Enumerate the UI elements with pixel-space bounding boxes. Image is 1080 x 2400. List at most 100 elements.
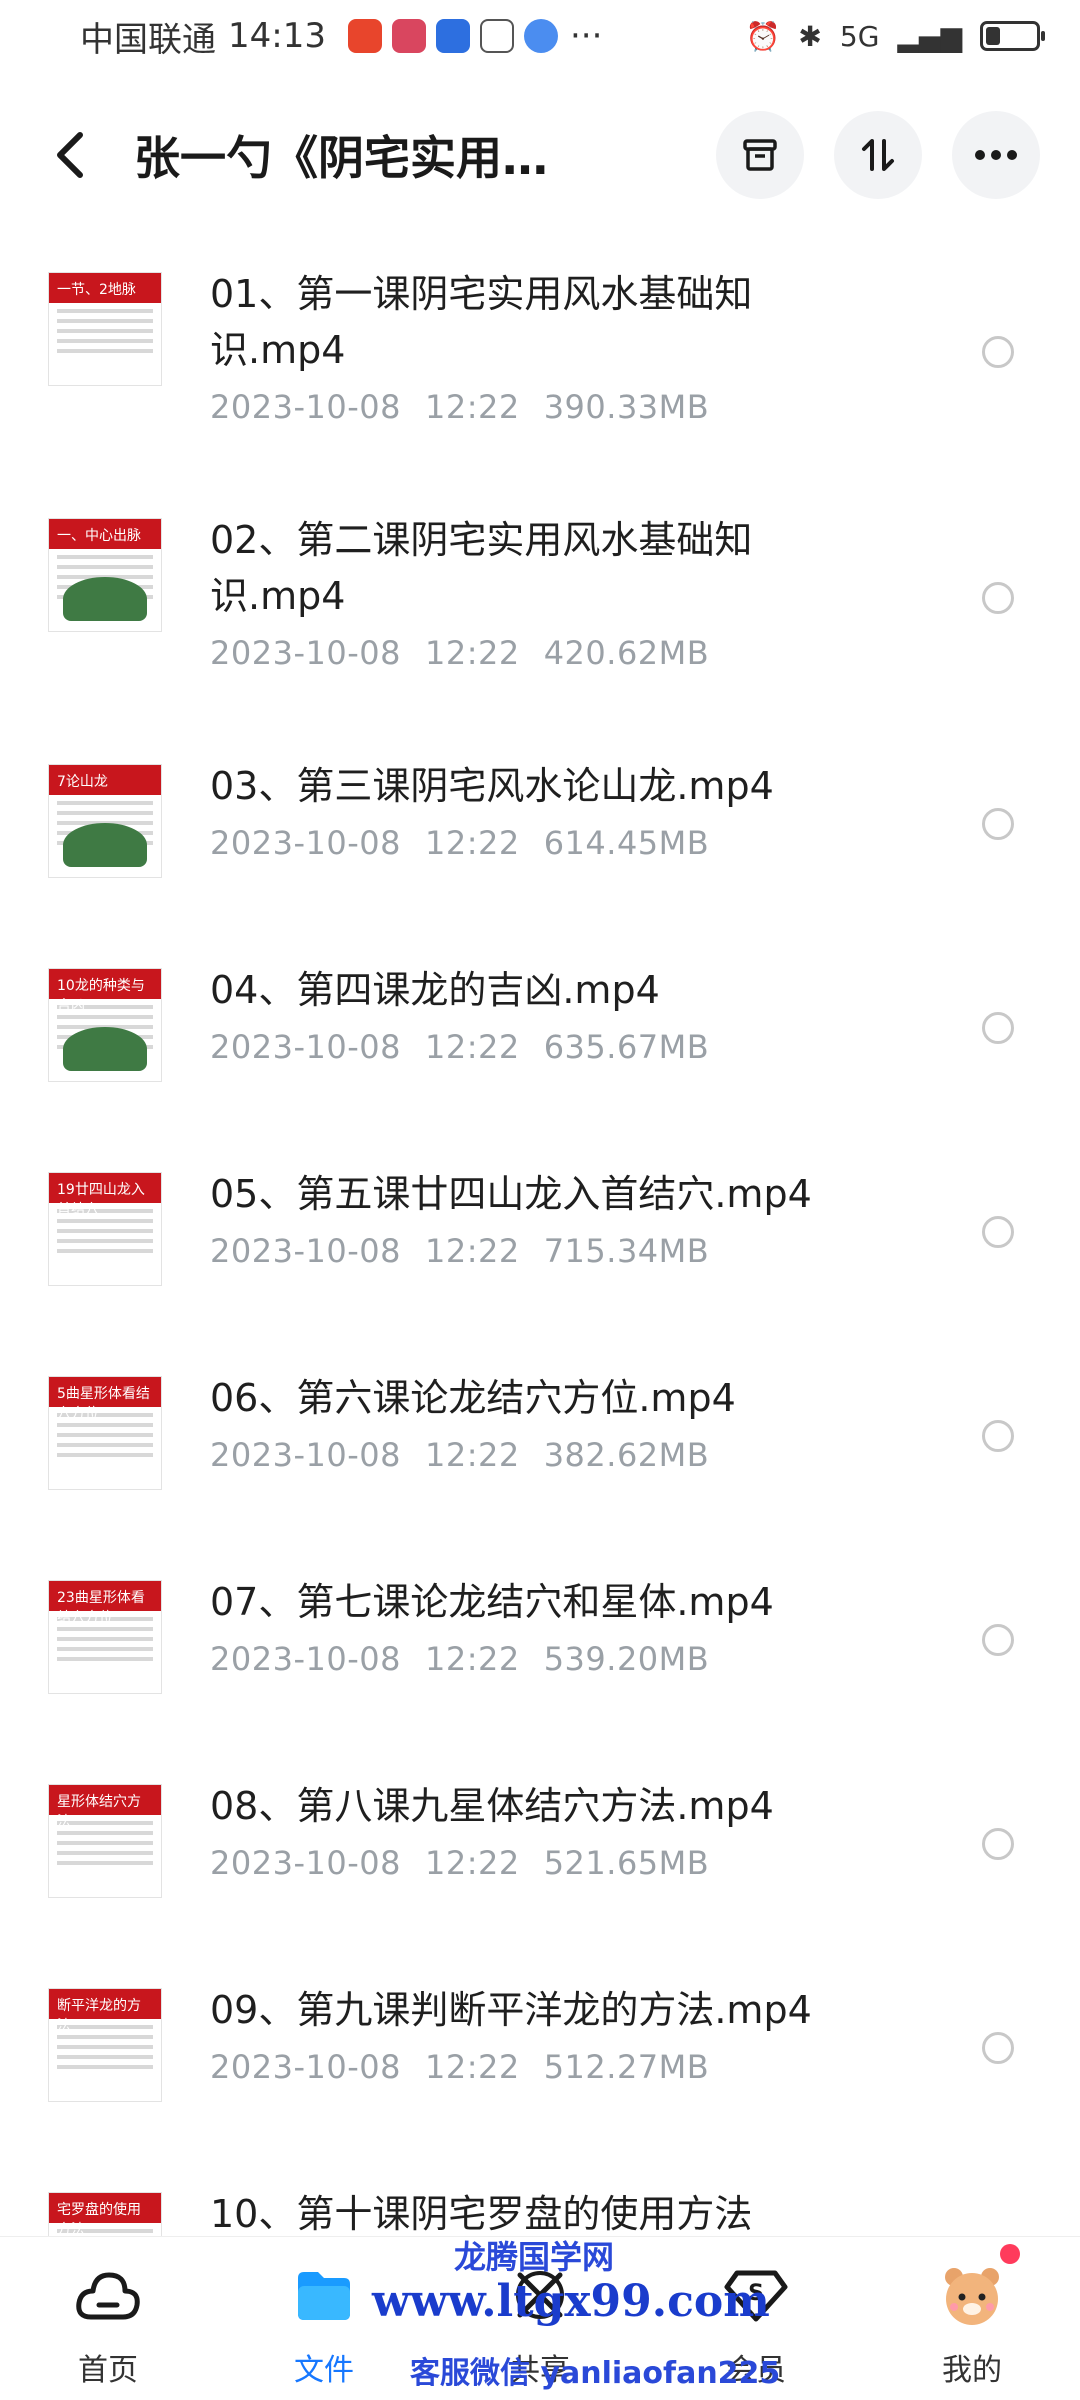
file-size: 614.45MB (543, 824, 710, 862)
file-date: 2023-10-08 (210, 1844, 401, 1882)
file-row[interactable]: 10龙的种类与吉凶 04、第四课龙的吉凶.mp4 2023-10-08 12:22 63… (0, 932, 1080, 1136)
file-size: 382.62MB (543, 1436, 710, 1474)
archive-icon (743, 139, 777, 171)
file-row[interactable]: 5曲星形体看结穴方位 06、第六课论龙结穴方位.mp4 2023-10-08 12:2… (0, 1340, 1080, 1544)
thumbnail-title: 星形体结穴方法 (49, 1785, 161, 1830)
sort-button[interactable] (834, 111, 922, 199)
more-options-button[interactable] (952, 111, 1040, 199)
select-checkbox[interactable] (982, 1216, 1014, 1248)
file-date: 2023-10-08 (210, 824, 401, 862)
watermark-url: www.ltgx99.com (372, 2276, 770, 2327)
video-thumbnail: 7论山龙 (48, 764, 162, 878)
tab-me[interactable]: 我的 (864, 2237, 1080, 2400)
book-app-icon (391, 19, 426, 53)
translate-app-icon (479, 19, 514, 53)
file-row[interactable]: 23曲星形体看结穴方位 07、第七课论龙结穴和星体.mp4 2023-10-08 12… (0, 1544, 1080, 1748)
shield-app-icon (435, 19, 470, 53)
thumbnail-text-line (57, 2025, 153, 2029)
thumbnail-text-line (57, 1453, 153, 1457)
folder-header: 张一勺《阴宅实用… (0, 100, 1080, 210)
thumbnail-text-line (57, 1657, 153, 1661)
file-size: 539.20MB (543, 1640, 710, 1678)
status-bar: 中国联通 14:13 ··· ⏰ ✱ 5G ▂▄▆ (0, 0, 1080, 72)
file-time: 12:22 (424, 1436, 520, 1474)
back-button[interactable] (40, 125, 100, 185)
carrier-label: 中国联通 (80, 19, 216, 60)
file-time: 12:22 (424, 1232, 520, 1270)
notification-app-icon (347, 19, 382, 53)
select-checkbox[interactable] (982, 808, 1014, 840)
thumbnail-text-line (57, 309, 153, 313)
select-checkbox[interactable] (982, 1012, 1014, 1044)
video-thumbnail: 10龙的种类与吉凶 (48, 968, 162, 1082)
select-checkbox[interactable] (982, 2032, 1014, 2064)
file-date: 2023-10-08 (210, 634, 401, 672)
video-thumbnail: 一、中心出脉 (48, 518, 162, 632)
thumbnail-title: 10龙的种类与吉凶 (49, 969, 161, 1014)
thumbnail-title: 一节、2地脉 (49, 273, 161, 303)
notification-icons (347, 19, 558, 53)
video-thumbnail: 星形体结穴方法 (48, 1784, 162, 1898)
file-date: 2023-10-08 (210, 1436, 401, 1474)
file-time: 12:22 (424, 1844, 520, 1882)
cloud-home-icon (76, 2272, 140, 2320)
file-name: 05、第五课廿四山龙入首结穴.mp4 (210, 1172, 812, 1216)
tab-me-label: 我的 (942, 2353, 1002, 2388)
select-checkbox[interactable] (982, 1828, 1014, 1860)
thumbnail-mountain-image (63, 1027, 147, 1071)
file-row[interactable]: 19廿四山龙入首结穴 05、第五课廿四山龙入首结穴.mp4 2023-10-08 12… (0, 1136, 1080, 1340)
file-name: 08、第八课九星体结穴方法.mp4 (210, 1784, 774, 1828)
file-row[interactable]: 星形体结穴方法 08、第八课九星体结穴方法.mp4 2023-10-08 12:22 5… (0, 1748, 1080, 1952)
file-name: 03、第三课阴宅风水论山龙.mp4 (210, 764, 774, 808)
file-size: 390.33MB (543, 388, 710, 426)
select-checkbox[interactable] (982, 582, 1014, 614)
file-meta: 2023-10-08 12:22 715.34MB (210, 1232, 850, 1270)
file-info: 04、第四课龙的吉凶.mp4 2023-10-08 12:22 635.67MB (210, 962, 850, 1066)
file-meta: 2023-10-08 12:22 521.65MB (210, 1844, 850, 1882)
file-info: 08、第八课九星体结穴方法.mp4 2023-10-08 12:22 521.65MB (210, 1778, 850, 1882)
thumbnail-mountain-image (63, 577, 147, 621)
file-date: 2023-10-08 (210, 388, 401, 426)
file-meta: 2023-10-08 12:22 382.62MB (210, 1436, 850, 1474)
select-checkbox[interactable] (982, 336, 1014, 368)
file-row[interactable]: 断平洋龙的方法 09、第九课判断平洋龙的方法.mp4 2023-10-08 12:22… (0, 1952, 1080, 2156)
tab-home[interactable]: 首页 (0, 2237, 216, 2400)
thumbnail-mountain-image (63, 823, 147, 867)
file-row[interactable]: 7论山龙 03、第三课阴宅风水论山龙.mp4 2023-10-08 12:22 614.… (0, 728, 1080, 932)
globe-app-icon (523, 19, 558, 53)
thumbnail-title: 5曲星形体看结穴方位 (49, 1377, 161, 1422)
file-meta: 2023-10-08 12:22 635.67MB (210, 1028, 850, 1066)
battery-icon (980, 21, 1045, 51)
file-name: 09、第九课判断平洋龙的方法.mp4 (210, 1988, 812, 2032)
more-icon (975, 150, 1017, 160)
thumbnail-text-line (57, 2035, 153, 2039)
file-row[interactable]: 一节、2地脉 01、第一课阴宅实用风水基础知识.mp4 2023-10-08 12:2… (0, 236, 1080, 482)
file-meta: 2023-10-08 12:22 390.33MB (210, 388, 850, 426)
thumbnail-text-line (57, 2045, 153, 2049)
file-info: 07、第七课论龙结穴和星体.mp4 2023-10-08 12:22 539.20MB (210, 1574, 850, 1678)
more-notifications-icon: ··· (569, 16, 603, 56)
thumbnail-text-line (57, 1249, 153, 1253)
file-meta: 2023-10-08 12:22 512.27MB (210, 2048, 850, 2086)
thumbnail-text-line (57, 339, 153, 343)
thumbnail-text-line (57, 2055, 153, 2059)
file-date: 2023-10-08 (210, 1232, 401, 1270)
file-row[interactable]: 一、中心出脉 02、第二课阴宅实用风水基础知识.mp4 2023-10-08 12:2… (0, 482, 1080, 728)
file-name: 07、第七课论龙结穴和星体.mp4 (210, 1580, 774, 1624)
thumbnail-text-line (57, 555, 153, 559)
select-checkbox[interactable] (982, 1624, 1014, 1656)
file-size: 512.27MB (543, 2048, 710, 2086)
thumbnail-text-line (57, 811, 153, 815)
thumbnail-text-line (57, 801, 153, 805)
thumbnail-title: 19廿四山龙入首结穴 (49, 1173, 161, 1218)
select-checkbox[interactable] (982, 1420, 1014, 1452)
thumbnail-text-line (57, 1821, 153, 1825)
video-thumbnail: 一节、2地脉 (48, 272, 162, 386)
file-time: 12:22 (424, 634, 520, 672)
thumbnail-text-line (57, 329, 153, 333)
file-list: 一节、2地脉 01、第一课阴宅实用风水基础知识.mp4 2023-10-08 12:2… (0, 236, 1080, 2360)
folder-icon (298, 2272, 350, 2320)
thumbnail-text-line (57, 2065, 153, 2069)
video-thumbnail: 19廿四山龙入首结穴 (48, 1172, 162, 1286)
archive-button[interactable] (716, 111, 804, 199)
